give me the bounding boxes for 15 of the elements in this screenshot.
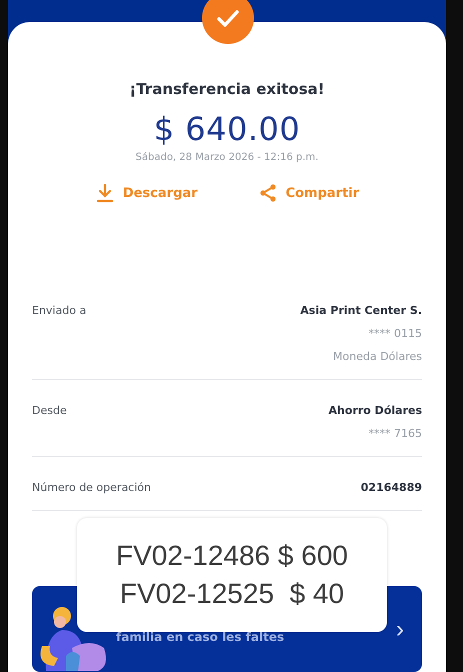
detail-value: **** 0115 xyxy=(368,327,422,340)
detail-value: Moneda Dólares xyxy=(333,350,422,363)
detail-value: **** 7165 xyxy=(368,427,422,440)
detail-label: Desde xyxy=(32,404,67,419)
transfer-date: Sábado, 28 Marzo 2026 - 12:16 p.m. xyxy=(136,152,318,163)
invoice-note: FV02-12486 $ 600 xyxy=(116,540,348,572)
detail-value: Ahorro Dólares xyxy=(328,404,422,417)
detail-value: Asia Print Center S. xyxy=(300,304,422,317)
detail-label: Enviado a xyxy=(32,304,86,319)
banner-text: familia en caso les faltes xyxy=(116,630,286,644)
transfer-amount: $ 640.00 xyxy=(154,110,300,148)
invoice-note: FV02-12525 $ 40 xyxy=(120,578,344,610)
success-title: ¡Transferencia exitosa! xyxy=(129,80,325,98)
detail-label: Número de operación xyxy=(32,481,151,494)
detail-value: 02164889 xyxy=(360,481,422,494)
